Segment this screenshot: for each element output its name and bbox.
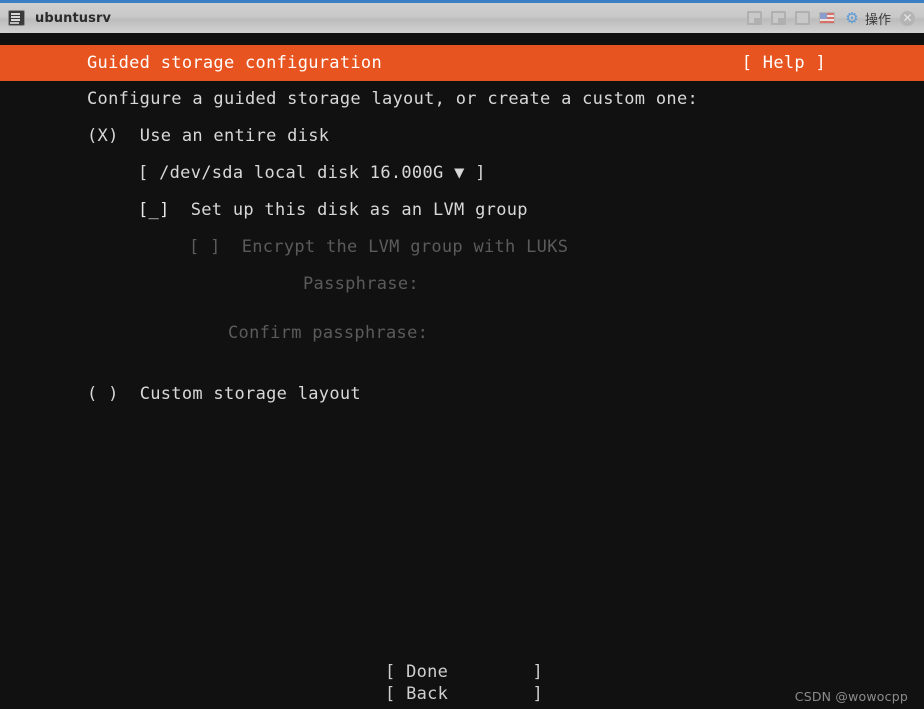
gear-icon[interactable]: ⚙ — [844, 10, 860, 26]
encrypt-checkbox: [ ] — [189, 237, 221, 257]
window-restore-icon[interactable] — [746, 11, 762, 25]
disk-select-value[interactable]: /dev/sda local disk 16.000G — [159, 163, 443, 183]
option-entire-disk[interactable]: (X) Use an entire disk — [0, 124, 924, 149]
lvm-sep — [170, 200, 191, 220]
option-custom-layout[interactable]: ( ) Custom storage layout — [0, 382, 924, 407]
entire-disk-radio[interactable]: (X) — [87, 126, 119, 146]
lvm-checkbox[interactable]: [_] — [138, 200, 170, 220]
disk-select-row[interactable]: [ /dev/sda local disk 16.000G ▼ ] — [0, 161, 924, 186]
screen-body: Configure a guided storage layout, or cr… — [0, 87, 924, 407]
titlebar-controls: ⚙ 操作 ✕ — [746, 9, 924, 28]
passphrase-label: Passphrase: — [303, 274, 419, 294]
custom-layout-radio[interactable]: ( ) — [87, 384, 119, 404]
terminal-window: ubuntusrv ⚙ 操作 ✕ Guided storage configur… — [0, 0, 924, 709]
terminal-icon — [8, 10, 25, 26]
custom-layout-sep — [119, 384, 140, 404]
terminal-screen: Guided storage configuration [ Help ] Co… — [0, 33, 924, 709]
entire-disk-label: Use an entire disk — [139, 126, 330, 146]
disk-select-sep-left — [149, 163, 160, 183]
disk-select-close-bracket: ] — [475, 163, 486, 183]
entire-disk-sep — [119, 126, 140, 146]
back-button[interactable]: [ Back ] — [0, 683, 924, 705]
disk-select-open-bracket: [ — [138, 163, 149, 183]
help-button[interactable]: [ Help ] — [742, 51, 826, 76]
page-title: Guided storage configuration — [87, 52, 382, 73]
chevron-down-icon[interactable]: ▼ — [454, 163, 465, 183]
screen-footer: [ Done ] [ Back ] — [0, 661, 924, 705]
close-icon[interactable]: ✕ — [900, 10, 915, 26]
disk-select-sep-mid — [444, 163, 455, 183]
done-button[interactable]: [ Done ] — [0, 661, 924, 683]
disk-select-sep-right — [465, 163, 476, 183]
option-lvm-group[interactable]: [_] Set up this disk as an LVM group — [0, 198, 924, 223]
encrypt-sep — [221, 237, 242, 257]
keyboard-layout-flag-icon[interactable] — [818, 12, 835, 24]
lvm-label: Set up this disk as an LVM group — [190, 200, 528, 220]
option-encrypt-luks: [ ] Encrypt the LVM group with LUKS — [0, 235, 924, 260]
screen-header: Guided storage configuration [ Help ] — [0, 45, 924, 81]
intro-text: Configure a guided storage layout, or cr… — [87, 89, 699, 109]
custom-layout-label: Custom storage layout — [139, 384, 361, 404]
window-minimize-icon[interactable] — [770, 11, 786, 25]
window-title: ubuntusrv — [35, 10, 112, 26]
confirm-passphrase-label: Confirm passphrase: — [228, 323, 429, 343]
titlebar-left-group: ubuntusrv — [0, 10, 111, 26]
window-titlebar: ubuntusrv ⚙ 操作 ✕ — [0, 0, 924, 33]
action-menu-label[interactable]: 操作 — [865, 9, 891, 28]
window-maximize-icon[interactable] — [794, 11, 810, 25]
watermark: CSDN @wowocpp — [794, 689, 908, 704]
encrypt-label: Encrypt the LVM group with LUKS — [241, 237, 569, 257]
